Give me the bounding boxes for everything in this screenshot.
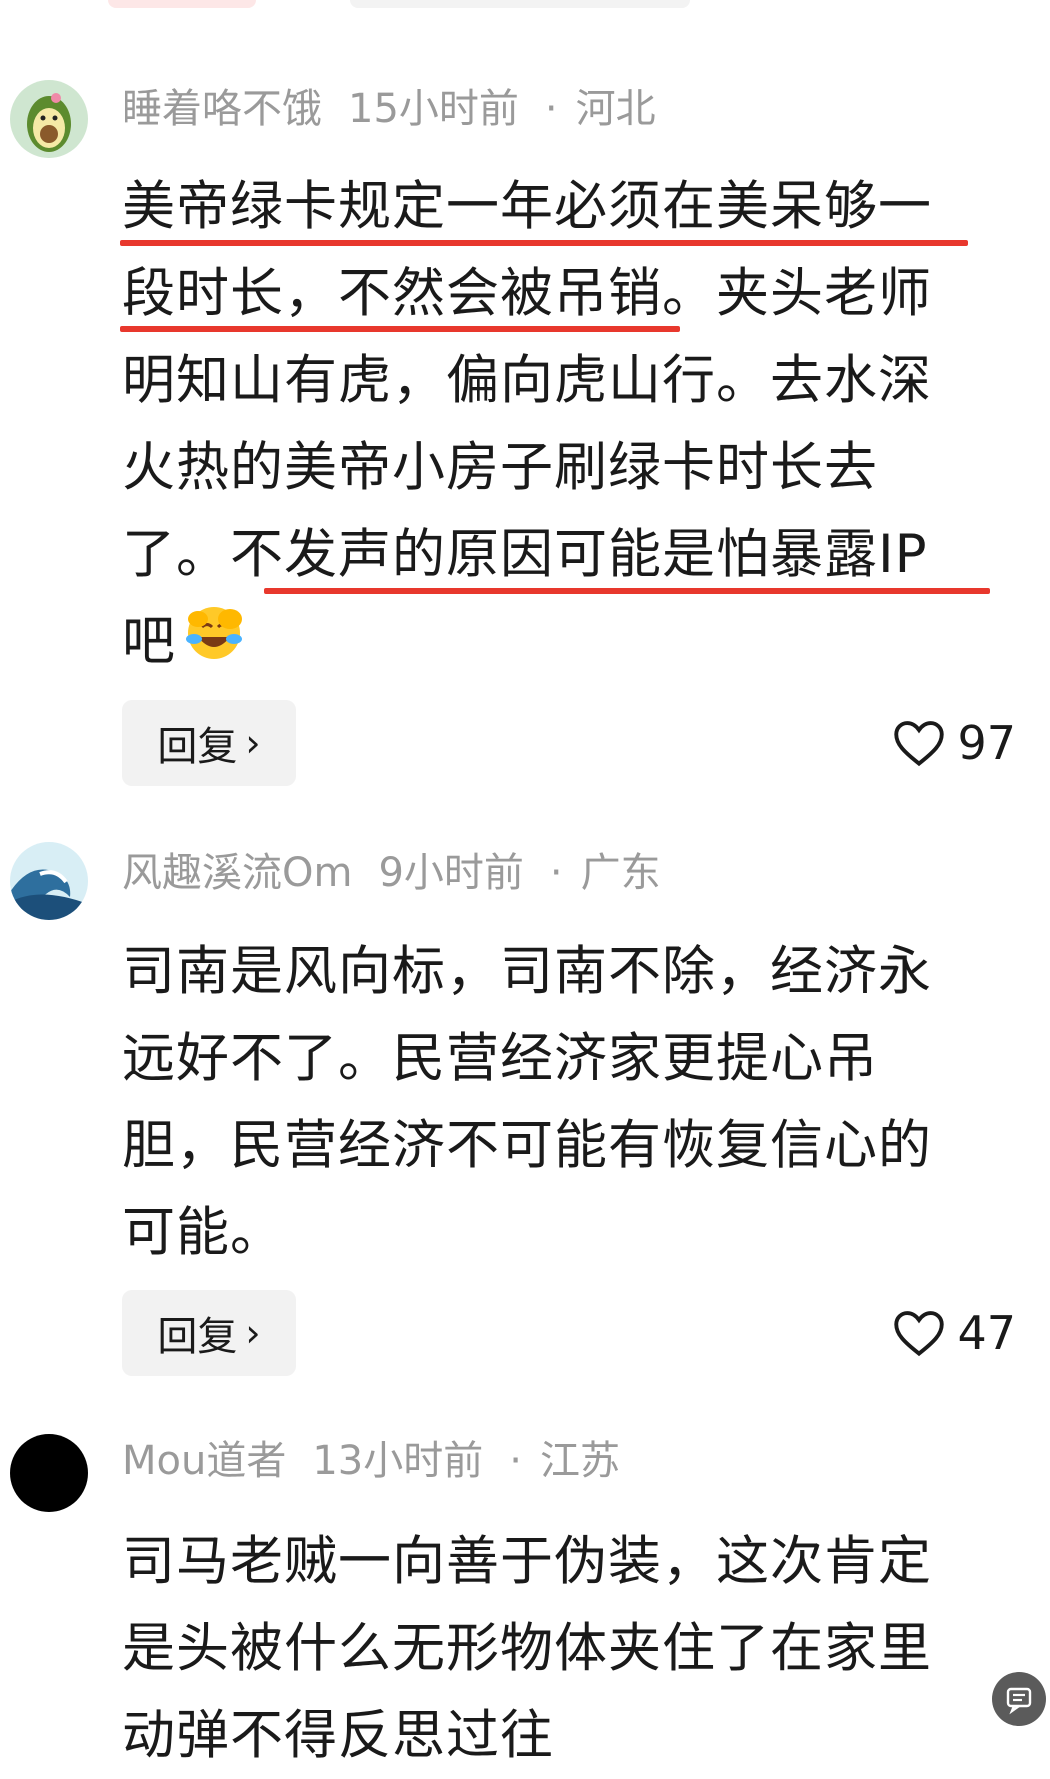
meta-separator: ·: [549, 850, 563, 896]
meta-separator: ·: [544, 86, 558, 132]
heart-icon: [894, 1311, 945, 1357]
meta-separator: ·: [509, 1438, 522, 1484]
comment-meta: 风趣溪流Om 9小时前 · 广东: [122, 848, 687, 898]
comment-line: 了。不发声的原因可能是怕暴露IP: [122, 524, 928, 585]
avatar[interactable]: [10, 80, 88, 158]
highlight-underline: [120, 326, 680, 332]
comment-meta: Mou道者 13小时前 · 江苏: [122, 1436, 646, 1486]
avatar[interactable]: [10, 1434, 88, 1512]
comment-line: 胆，民营经济不可能有恢复信心的: [122, 1115, 932, 1176]
chevron-right-icon: ›: [245, 721, 261, 765]
reply-label: 回复: [157, 724, 238, 770]
comment-line-last: 吧: [122, 598, 1002, 689]
location: 广东: [580, 850, 661, 896]
username[interactable]: 风趣溪流Om: [122, 850, 352, 896]
like-button[interactable]: 97: [893, 700, 1016, 786]
comment-meta: 睡着咯不饿 15小时前 · 河北: [122, 84, 682, 134]
laughing-crying-emoji-icon: [180, 599, 252, 689]
like-button[interactable]: 47: [893, 1290, 1016, 1376]
heart-icon: [894, 721, 945, 767]
avatar[interactable]: [10, 842, 88, 920]
comment-line: 司南是风向标，司南不除，经济永: [122, 941, 932, 1002]
comment-line: 美帝绿卡规定一年必须在美呆够一: [122, 176, 932, 237]
comment-line: 司马老贼一向善于伪装，这次肯定: [122, 1531, 932, 1592]
comment-line: 段时长，不然会被吊销。夹头老师: [122, 263, 932, 324]
timestamp: 9小时前: [378, 850, 524, 896]
location: 江苏: [539, 1438, 620, 1484]
highlight-underline: [120, 240, 968, 246]
like-count: 47: [957, 1306, 1016, 1360]
location: 河北: [575, 86, 656, 132]
comment-line-text: 吧: [122, 611, 176, 672]
comment-line: 远好不了。民营经济家更提心吊: [122, 1028, 878, 1089]
comment-text: 司南是风向标，司南不除，经济永 远好不了。民营经济家更提心吊 胆，民营经济不可能…: [122, 928, 1002, 1276]
timestamp: 15小时前: [348, 86, 519, 132]
wave-avatar-icon: [10, 842, 88, 920]
reply-button[interactable]: 回复 ›: [122, 1290, 296, 1376]
username[interactable]: 睡着咯不饿: [122, 86, 322, 132]
floating-comment-button[interactable]: [992, 1672, 1046, 1726]
highlight-underline: [264, 588, 990, 594]
reply-label: 回复: [157, 1314, 238, 1360]
username[interactable]: Mou道者: [122, 1438, 286, 1484]
quote-chat-icon: [1006, 1687, 1032, 1715]
timestamp: 13小时前: [312, 1438, 484, 1484]
comment-line: 火热的美帝小房子刷绿卡时长去: [122, 437, 878, 498]
reply-button[interactable]: 回复 ›: [122, 700, 296, 786]
previous-reply-button-edge: [108, 0, 256, 8]
previous-divider-edge: [350, 0, 690, 8]
comment-line: 是头被什么无形物体夹住了在家里: [122, 1618, 932, 1679]
comment-text: 司马老贼一向善于伪装，这次肯定 是头被什么无形物体夹住了在家里 动弹不得反思过往: [122, 1518, 1002, 1779]
comment-line: 可能。: [122, 1202, 284, 1263]
like-count: 97: [957, 716, 1016, 770]
avocado-avatar-icon: [10, 80, 88, 158]
comment-line: 明知山有虎，偏向虎山行。去水深: [122, 350, 932, 411]
chevron-right-icon: ›: [245, 1311, 261, 1355]
